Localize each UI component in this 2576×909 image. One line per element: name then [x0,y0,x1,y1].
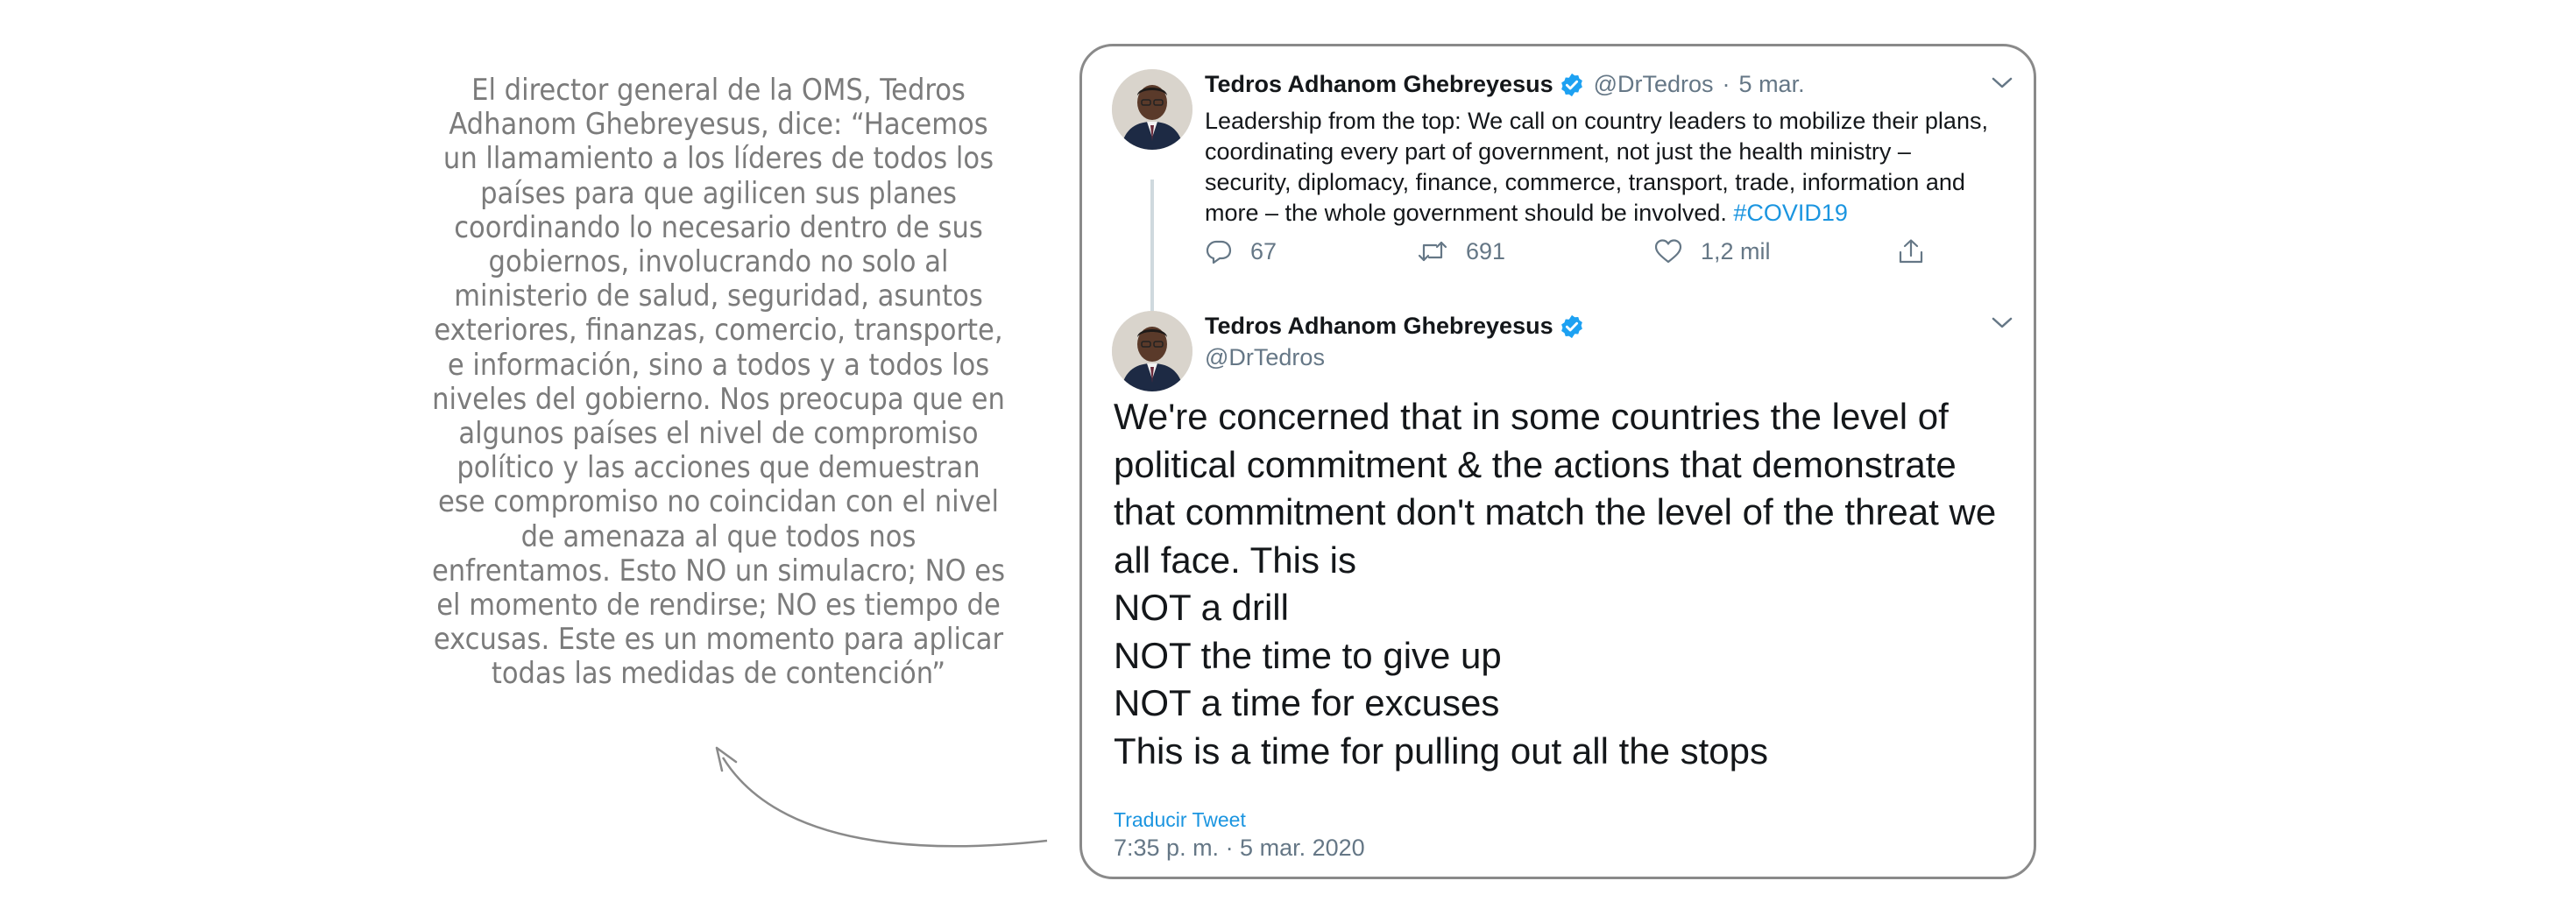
author-name[interactable]: Tedros Adhanom Ghebreyesus [1205,71,1553,98]
quote-text: El director general de la OMS, Tedros Ad… [431,73,1006,692]
reply-icon [1206,240,1232,264]
like-icon [1654,239,1682,264]
retweet-count: 691 [1466,237,1506,264]
retweet-button[interactable]: 691 [1417,237,1505,265]
tweet1-body: Leadership from the top: We call on coun… [1205,108,1988,226]
reply-count: 67 [1250,237,1277,264]
curved-arrow-icon [715,746,1048,848]
hashtag-link[interactable]: #COVID19 [1733,200,1848,226]
chevron-down-icon[interactable] [1991,76,2013,90]
tweet-date[interactable]: 5 mar. [1739,71,1805,98]
author-handle[interactable]: @DrTedros [1205,344,1325,371]
chevron-down-icon[interactable] [1991,316,2013,330]
like-count: 1,2 mil [1701,237,1771,264]
tweet-timestamp[interactable]: 7:35 p. m. · 5 mar. 2020 [1114,835,1365,862]
tweet2-header: Tedros Adhanom Ghebreyesus [1205,313,1594,340]
avatar[interactable] [1112,69,1192,150]
verified-badge-icon [1560,314,1582,338]
share-button[interactable] [1897,237,1943,265]
translate-tweet-link[interactable]: Traducir Tweet [1114,808,1246,832]
tweet-card: Tedros Adhanom Ghebreyesus @DrTedros · 5… [1079,44,2036,879]
tweet1-text: Leadership from the top: We call on coun… [1205,106,2002,229]
separator-dot: · [1722,71,1730,97]
tweet2-text: We're concerned that in some countries t… [1114,396,1997,772]
tweet1-actions: 67 691 1,2 mil [1205,237,1941,272]
thread-connector [1150,180,1154,333]
retweet-icon [1418,241,1447,262]
author-handle[interactable]: @DrTedros [1594,71,1714,98]
reply-button[interactable]: 67 [1205,237,1277,265]
verified-badge-icon [1560,73,1582,96]
share-icon [1899,239,1923,264]
like-button[interactable]: 1,2 mil [1653,237,1771,265]
avatar[interactable] [1112,311,1192,391]
author-name[interactable]: Tedros Adhanom Ghebreyesus [1205,313,1553,340]
tweet1-header: Tedros Adhanom Ghebreyesus @DrTedros · 5… [1205,71,1805,98]
